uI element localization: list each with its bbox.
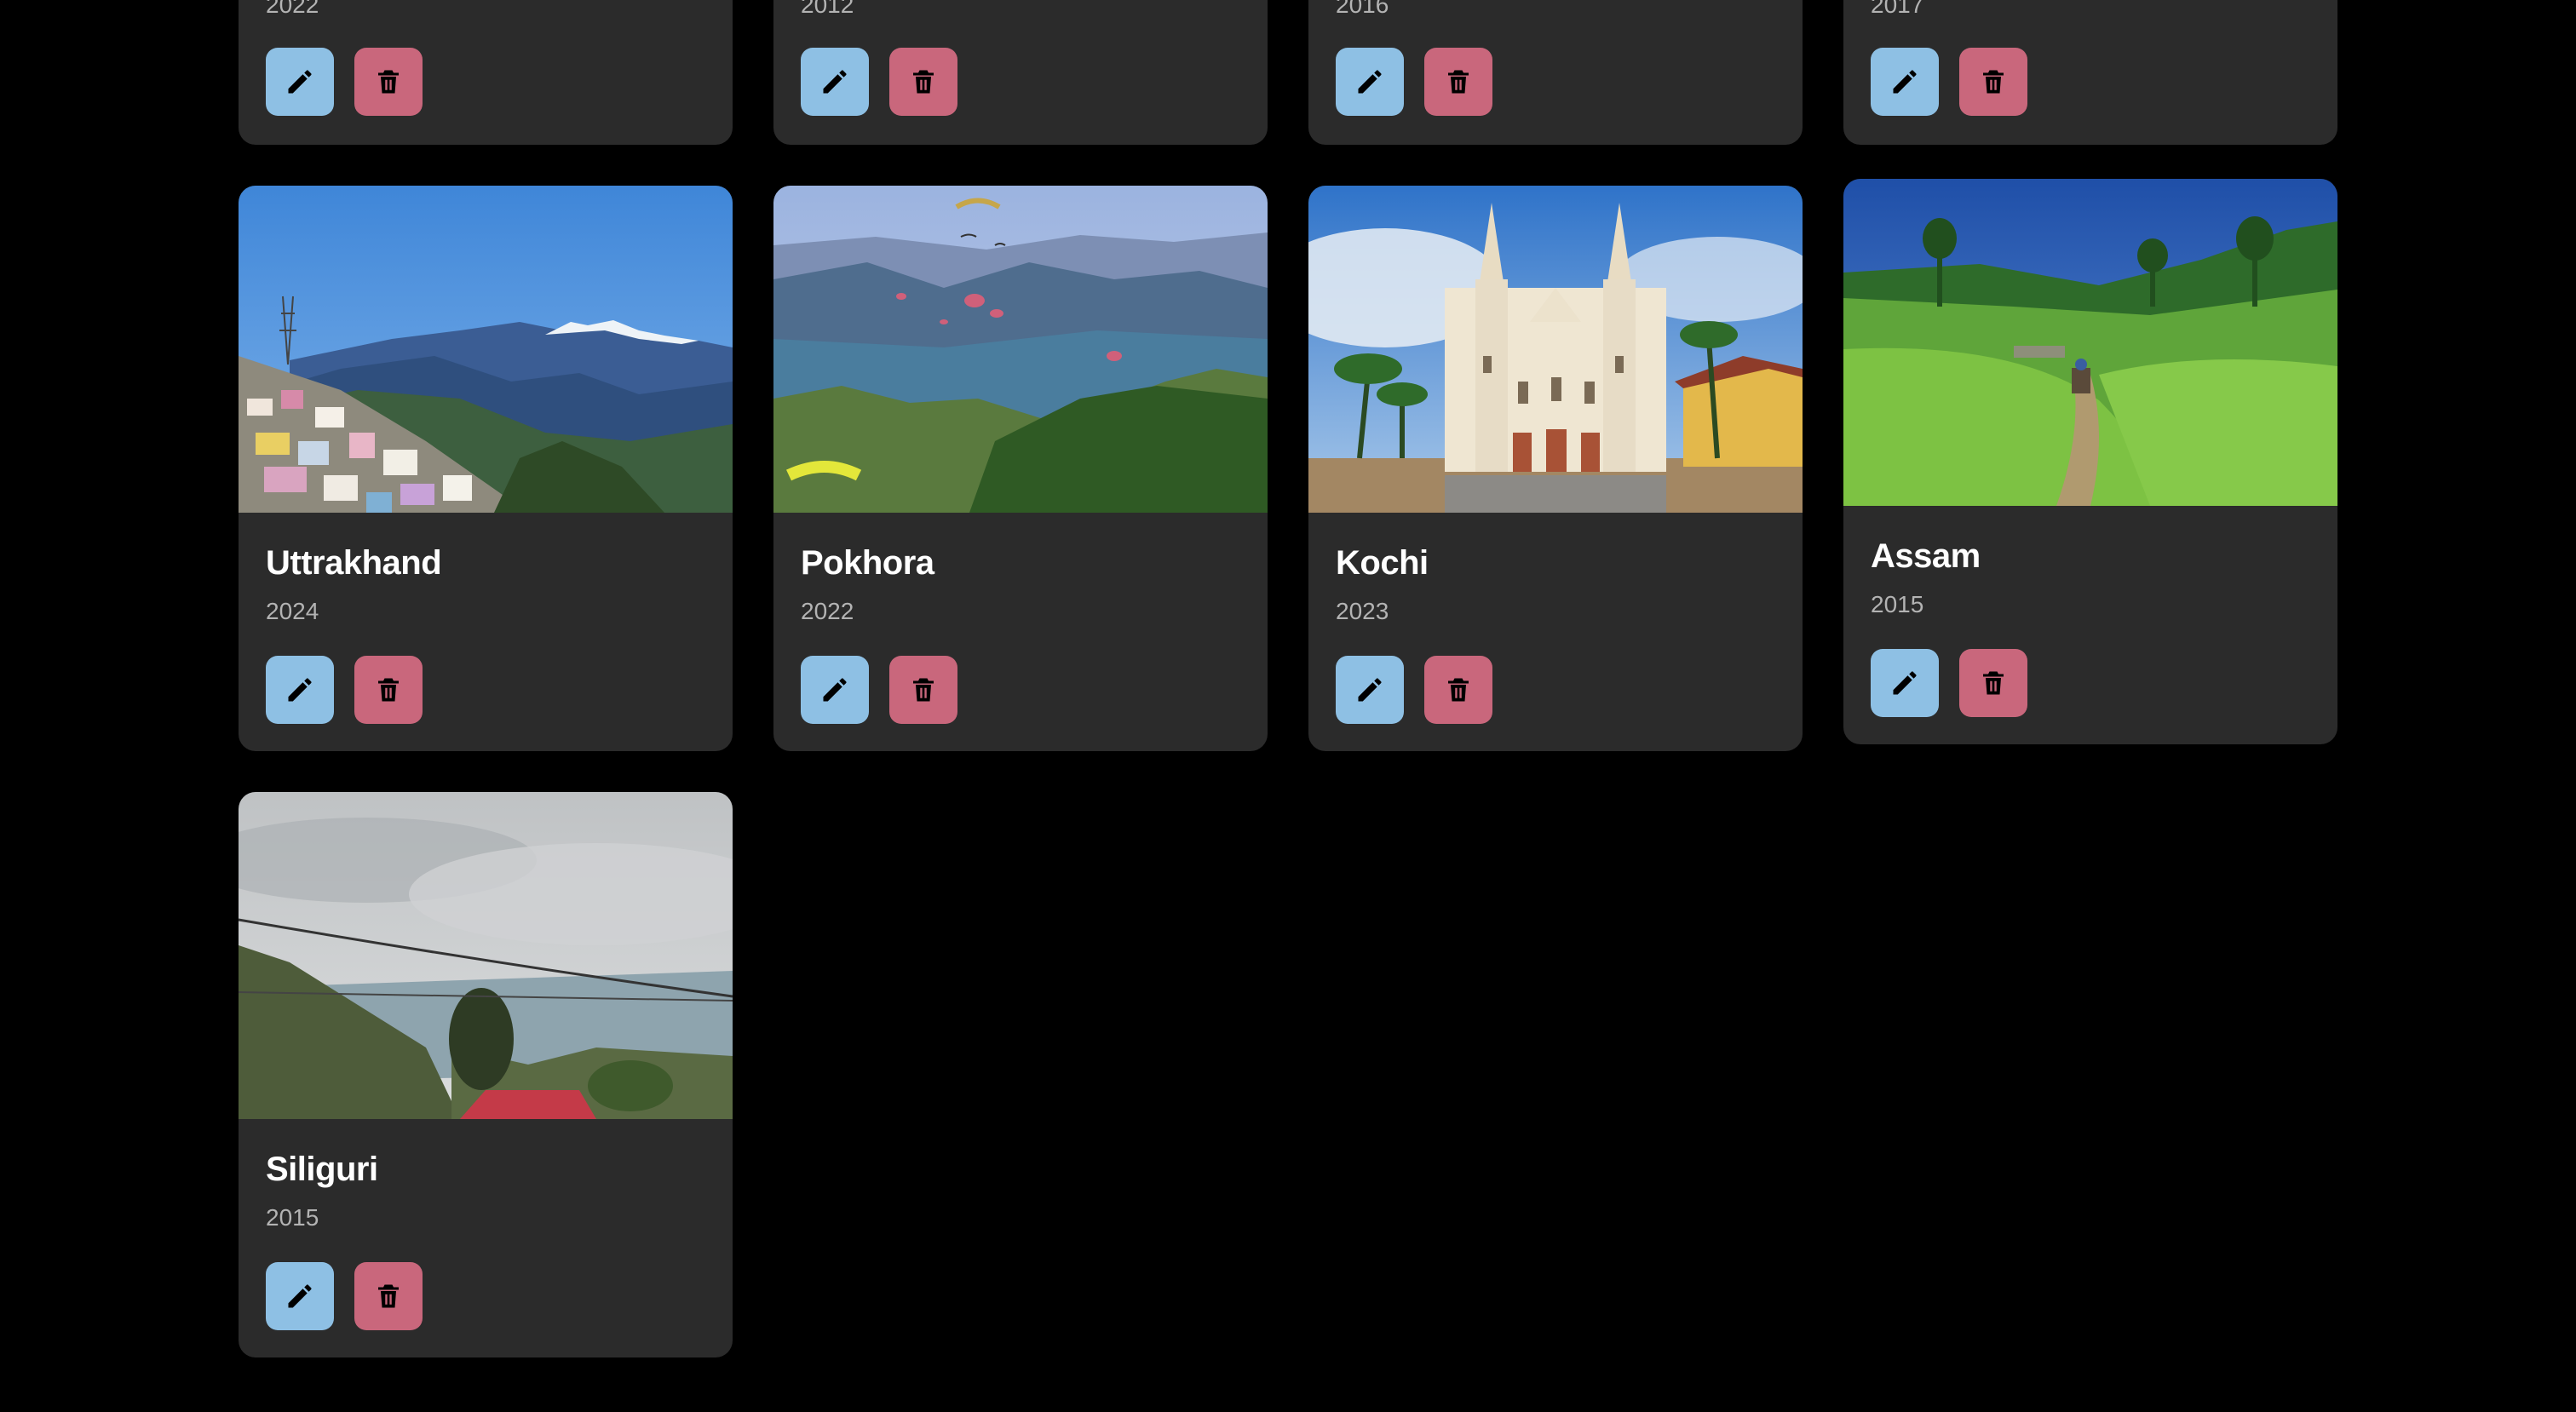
trip-title: Siliguri (266, 1151, 378, 1188)
delete-button[interactable] (889, 656, 957, 724)
trip-year: 2015 (1871, 591, 1924, 617)
trip-year: 2022 (801, 598, 854, 624)
trash-icon (1983, 671, 2004, 695)
pencil-icon (1358, 70, 1382, 94)
delete-button[interactable] (354, 1262, 423, 1330)
edit-button[interactable] (1336, 48, 1404, 116)
edit-button[interactable] (1336, 656, 1404, 724)
edit-button[interactable] (1871, 649, 1939, 717)
trash-icon (913, 70, 934, 94)
edit-button[interactable] (801, 48, 869, 116)
pencil-icon (288, 1284, 312, 1308)
trash-icon (1448, 70, 1469, 94)
trip-photo (1843, 179, 2337, 506)
delete-button[interactable] (889, 48, 957, 116)
trip-year: 2022 (266, 0, 319, 18)
delete-button[interactable] (354, 48, 423, 116)
trash-icon (1448, 678, 1469, 702)
trip-card: 2016 (1308, 0, 1803, 145)
trip-card: 2012 (773, 0, 1268, 145)
trip-year: 2023 (1336, 598, 1389, 624)
trash-icon (378, 70, 399, 94)
trip-card: 2022 (239, 0, 733, 145)
trip-year: 2015 (266, 1204, 319, 1231)
trip-year: 2016 (1336, 0, 1389, 18)
edit-button[interactable] (801, 656, 869, 724)
delete-button[interactable] (1424, 656, 1492, 724)
trip-year: 2017 (1871, 0, 1924, 18)
trip-year: 2012 (801, 0, 854, 18)
edit-button[interactable] (266, 1262, 334, 1330)
trash-icon (1983, 70, 2004, 94)
pencil-icon (823, 678, 847, 702)
trip-photo (773, 186, 1268, 513)
pencil-icon (288, 678, 312, 702)
trip-year: 2024 (266, 598, 319, 624)
edit-button[interactable] (266, 656, 334, 724)
trip-card: Kochi 2023 (1308, 186, 1803, 751)
trip-photo (239, 186, 733, 513)
trip-title: Kochi (1336, 544, 1429, 582)
trip-card: Assam 2015 (1843, 179, 2337, 744)
edit-button[interactable] (1871, 48, 1939, 116)
trip-card: Pokhora 2022 (773, 186, 1268, 751)
trip-photo (239, 792, 733, 1119)
trash-icon (378, 1284, 399, 1308)
trip-card: Siliguri 2015 (239, 792, 733, 1357)
edit-button[interactable] (266, 48, 334, 116)
delete-button[interactable] (354, 656, 423, 724)
trip-photo (1308, 186, 1803, 513)
trash-icon (378, 678, 399, 702)
pencil-icon (1358, 678, 1382, 702)
trash-icon (913, 678, 934, 702)
trip-title: Assam (1871, 537, 1981, 575)
trip-card: 2017 (1843, 0, 2337, 145)
pencil-icon (823, 70, 847, 94)
delete-button[interactable] (1959, 48, 2027, 116)
pencil-icon (1893, 70, 1917, 94)
delete-button[interactable] (1424, 48, 1492, 116)
trip-title: Uttrakhand (266, 544, 442, 582)
pencil-icon (288, 70, 312, 94)
trip-card: Uttrakhand 2024 (239, 186, 733, 751)
delete-button[interactable] (1959, 649, 2027, 717)
pencil-icon (1893, 671, 1917, 695)
trip-title: Pokhora (801, 544, 934, 582)
